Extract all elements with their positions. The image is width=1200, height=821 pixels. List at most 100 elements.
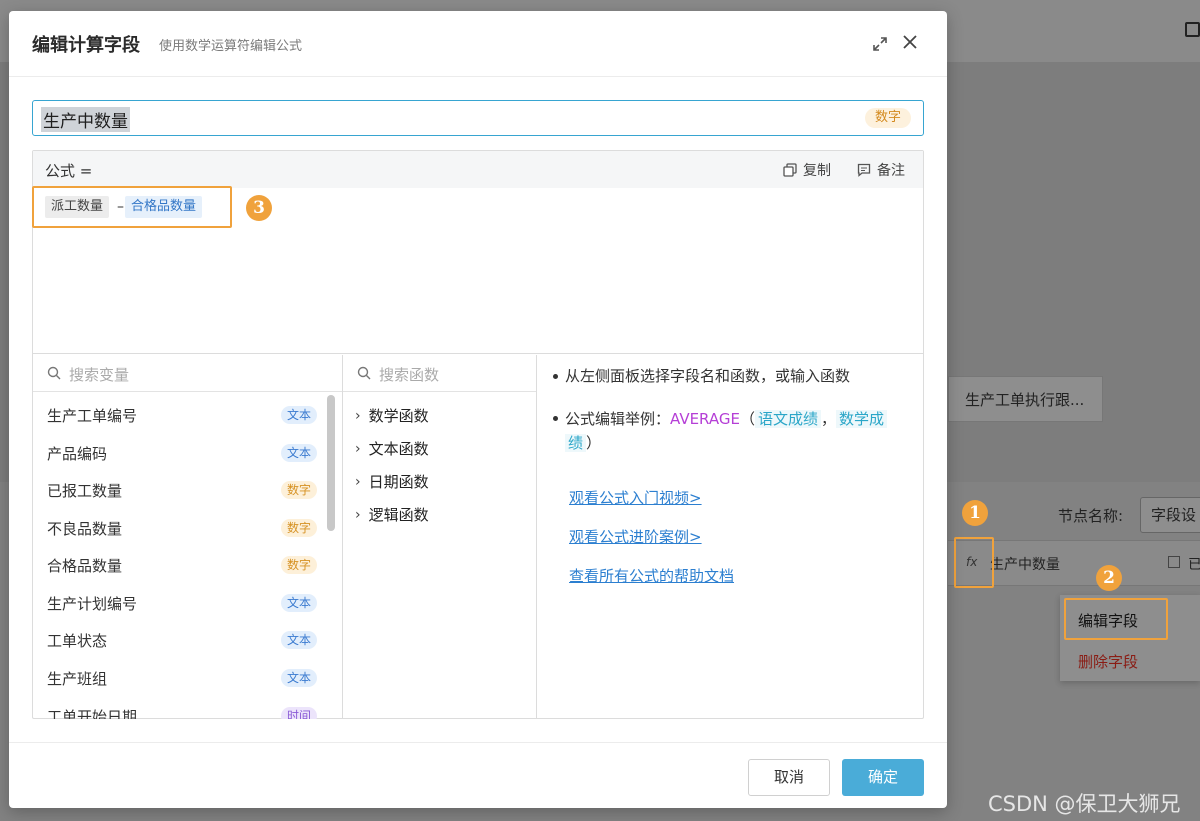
watermark: CSDN @保卫大狮兄 — [988, 792, 1181, 816]
variable-item[interactable]: 已报工数量 数字 — [33, 471, 329, 508]
dialog-title: 编辑计算字段 — [32, 35, 140, 56]
node-name-label: 节点名称: — [1058, 507, 1124, 525]
annotation-box-1 — [954, 537, 994, 588]
field-name-input[interactable]: 生产中数量 数字 — [32, 100, 924, 136]
field-type-icon — [1168, 556, 1180, 568]
variable-item[interactable]: 工单状态 文本 — [33, 621, 329, 658]
dialog-subtitle: 使用数学运算符编辑公式 — [159, 39, 303, 54]
help-example-prefix: 公式编辑举例： — [565, 410, 671, 428]
function-category-math[interactable]: › 数学函数 — [355, 405, 429, 426]
annotation-number-3: 3 — [246, 195, 272, 221]
help-example-field: 数学成 — [836, 410, 888, 428]
variable-name: 生产工单编号 — [47, 407, 138, 425]
variable-name: 已报工数量 — [47, 482, 123, 500]
variable-type-tag: 文本 — [280, 406, 317, 424]
copy-button[interactable]: 复制 — [783, 160, 831, 180]
dialog-header: 编辑计算字段 使用数学运算符编辑公式 — [9, 11, 947, 77]
variable-item[interactable]: 合格品数量 数字 — [33, 546, 329, 583]
formula-panel: 公式 = 复制 备注 派工数量 – 合格品数量 搜索变量 生产工单编号 文本 产… — [32, 150, 924, 719]
variable-name: 生产计划编号 — [47, 595, 138, 613]
chevron-right-icon: › — [355, 506, 361, 523]
help-text-1: 从左侧面板选择字段名和函数，或输入函数 — [565, 367, 851, 385]
variable-name: 不良品数量 — [47, 520, 123, 538]
variable-type-tag: 文本 — [280, 594, 317, 612]
variable-item[interactable]: 产品编码 文本 — [33, 434, 329, 471]
edit-calculated-field-dialog: 编辑计算字段 使用数学运算符编辑公式 生产中数量 数字 公式 = 复制 备注 派… — [9, 11, 947, 808]
help-example-field: 语文成绩 — [755, 410, 822, 428]
function-category-date[interactable]: › 日期函数 — [355, 471, 429, 492]
note-button[interactable]: 备注 — [857, 160, 905, 180]
variable-name: 工单开始日期 — [47, 708, 138, 719]
variables-scrollbar[interactable] — [327, 395, 335, 531]
variable-item[interactable]: 不良品数量 数字 — [33, 509, 329, 546]
variable-type-tag: 数字 — [280, 519, 317, 537]
dialog-footer: 取消 确定 — [9, 742, 947, 808]
variable-type-tag: 数字 — [280, 481, 317, 499]
field-type-badge: 数字 — [864, 108, 911, 128]
chevron-right-icon: › — [355, 440, 361, 457]
variable-search-input[interactable]: 搜索变量 — [33, 355, 342, 392]
cancel-button[interactable]: 取消 — [748, 759, 830, 796]
delete-field-menu-item[interactable]: 删除字段 — [1078, 651, 1138, 672]
functions-panel: 搜索函数 › 数学函数 › 文本函数 › 日期函数 › 逻辑函数 — [343, 355, 537, 719]
help-example-separator: ， — [821, 410, 837, 428]
help-text-2: 公式编辑举例：AVERAGE（ 语文成绩，数学成绩） — [565, 407, 921, 455]
node-name-input[interactable]: 字段设 — [1140, 497, 1200, 533]
variable-type-tag: 文本 — [280, 669, 317, 687]
field-name-text: 生产中数量 — [41, 107, 130, 132]
variables-panel: 搜索变量 生产工单编号 文本 产品编码 文本 已报工数量 数字 不良品数量 数字… — [33, 355, 343, 719]
function-search-input[interactable]: 搜索函数 — [343, 355, 536, 392]
help-example-paren: ） — [586, 434, 602, 452]
variable-name: 合格品数量 — [47, 557, 123, 575]
variable-type-tag: 文本 — [280, 631, 317, 649]
function-category-label: 数学函数 — [368, 407, 429, 425]
formula-header: 公式 = 复制 备注 — [33, 151, 923, 188]
function-category-label: 逻辑函数 — [368, 506, 429, 524]
confirm-button[interactable]: 确定 — [842, 759, 924, 796]
formula-label: 公式 = — [45, 162, 93, 180]
function-category-label: 日期函数 — [368, 473, 429, 491]
function-category-text[interactable]: › 文本函数 — [355, 438, 429, 459]
annotation-box-3 — [32, 186, 232, 228]
intro-video-link[interactable]: 观看公式入门视频> — [569, 487, 702, 508]
copy-label: 复制 — [803, 163, 831, 179]
function-category-label: 文本函数 — [368, 440, 429, 458]
help-example-function: AVERAGE — [670, 410, 740, 428]
help-example-field-cont: 绩 — [565, 434, 587, 452]
bullet-dot — [553, 416, 558, 421]
variable-name: 生产班组 — [47, 670, 108, 688]
bullet-dot — [553, 374, 558, 379]
copy-icon — [783, 163, 797, 177]
search-icon — [47, 366, 61, 380]
annotation-box-2 — [1064, 598, 1168, 640]
variable-item[interactable]: 生产工单编号 文本 — [33, 396, 329, 433]
variable-name: 产品编码 — [47, 445, 108, 463]
variable-type-tag: 文本 — [280, 444, 317, 462]
column-name: 生产中数量 — [990, 557, 1060, 573]
advanced-cases-link[interactable]: 观看公式进阶案例> — [569, 526, 702, 547]
function-search-placeholder: 搜索函数 — [379, 366, 440, 384]
variable-type-tag: 数字 — [280, 556, 317, 574]
variable-item[interactable]: 生产计划编号 文本 — [33, 584, 329, 621]
help-docs-link[interactable]: 查看所有公式的帮助文档 — [569, 565, 734, 586]
background-tab[interactable]: 生产工单执行跟... — [948, 376, 1103, 422]
variable-item[interactable]: 生产班组 文本 — [33, 659, 329, 696]
variable-item[interactable]: 工单开始日期 时间 — [33, 697, 329, 719]
variable-name: 工单状态 — [47, 632, 108, 650]
annotation-number-2: 2 — [1096, 565, 1122, 591]
note-label: 备注 — [877, 163, 905, 179]
function-category-logic[interactable]: › 逻辑函数 — [355, 504, 429, 525]
expand-icon[interactable] — [871, 35, 889, 53]
window-icon — [1185, 22, 1200, 37]
column-name-2: 已 — [1188, 557, 1200, 573]
note-icon — [857, 163, 871, 177]
variable-search-placeholder: 搜索变量 — [69, 366, 130, 384]
help-example-paren: （ — [739, 410, 755, 428]
close-icon[interactable] — [900, 32, 920, 52]
variable-type-tag: 时间 — [280, 707, 317, 719]
chevron-right-icon: › — [355, 407, 361, 424]
search-icon — [357, 366, 371, 380]
annotation-number-1: 1 — [962, 500, 988, 526]
help-panel: 从左侧面板选择字段名和函数，或输入函数 公式编辑举例：AVERAGE（ 语文成绩，… — [537, 355, 923, 719]
chevron-right-icon: › — [355, 473, 361, 490]
